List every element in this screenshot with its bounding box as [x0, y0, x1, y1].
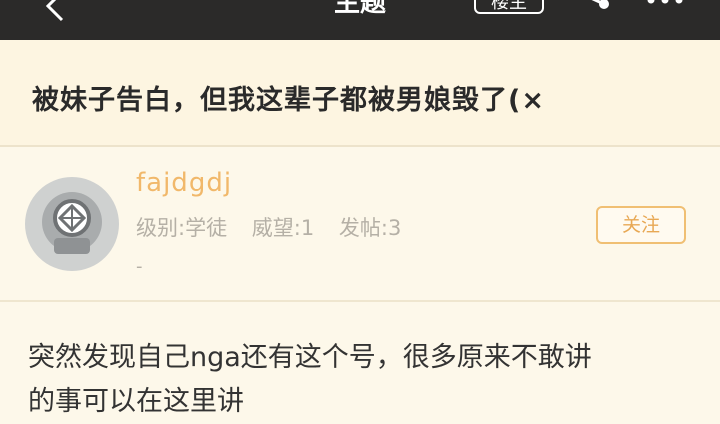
top-bar: 主题 楼主	[0, 0, 720, 40]
post-body-line: 的事可以在这里讲	[28, 386, 244, 417]
post-body-line: 突然发现自己nga还有这个号，很多原来不敢讲	[28, 342, 592, 373]
post-title-section: 被妹子告白，但我这辈子都被男娘毁了(×	[0, 40, 720, 147]
author-stats: 级别:学徒 威望:1 发帖:3	[136, 212, 419, 242]
post-title: 被妹子告白，但我这辈子都被男娘毁了(×	[32, 85, 545, 116]
author-name[interactable]: fajdgdj	[136, 168, 232, 198]
author-section: fajdgdj 级别:学徒 威望:1 发帖:3 - 关注	[0, 148, 720, 302]
op-only-button[interactable]: 楼主	[474, 0, 544, 14]
author-level: 级别:学徒	[136, 216, 228, 240]
share-icon[interactable]	[574, 0, 612, 20]
avatar[interactable]	[24, 176, 120, 272]
follow-button[interactable]: 关注	[596, 206, 686, 244]
more-dots-icon[interactable]	[645, 0, 685, 6]
author-prestige: 威望:1	[251, 216, 315, 240]
author-extra: -	[136, 256, 143, 277]
post-content: 突然发现自己nga还有这个号，很多原来不敢讲 的事可以在这里讲	[28, 336, 688, 424]
page-title: 主题	[333, 0, 386, 18]
author-post-count: 发帖:3	[338, 216, 402, 240]
